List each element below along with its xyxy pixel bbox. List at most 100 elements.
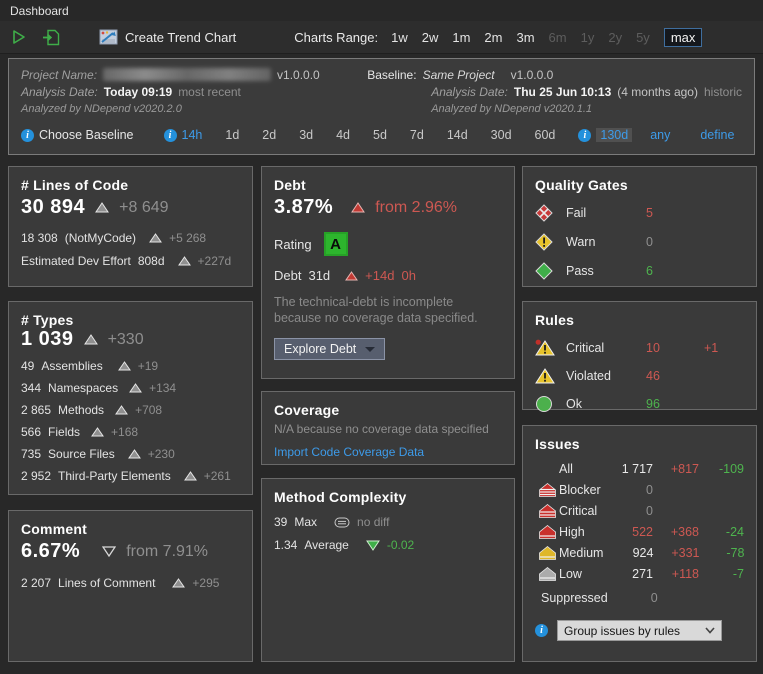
quality-gates-panel: Quality Gates Fail 5 Warn 0 Pass 6 <box>522 166 757 287</box>
types-diff: +330 <box>108 331 144 349</box>
issues-all-label: All <box>559 462 603 476</box>
issues-all-added: +817 <box>653 462 699 476</box>
run-analysis-button[interactable] <box>11 29 26 45</box>
blocker-severity-icon <box>539 483 556 497</box>
dev-effort-label: Estimated Dev Effort <box>21 254 131 268</box>
row-label: Fields <box>48 425 80 439</box>
range-option-6m[interactable]: 6m <box>549 30 567 45</box>
panel-title: # Lines of Code <box>21 177 240 193</box>
baseline-analysis-date-label: Analysis Date: <box>431 85 508 99</box>
export-report-icon <box>42 29 61 46</box>
baseline-option-3d[interactable]: 3d <box>299 128 313 142</box>
comment-lines-label: Lines of Comment <box>58 576 155 590</box>
debt-days-value: 31d <box>308 268 330 283</box>
baseline-analyzed-by: Analyzed by NDepend v2020.1.1 <box>431 103 592 115</box>
range-option-max-selected[interactable]: max <box>664 28 703 47</box>
up-triangle-icon <box>84 334 98 345</box>
row-label: Namespaces <box>48 381 118 395</box>
issues-medium-removed: -78 <box>699 546 744 560</box>
rating-badge: A <box>324 232 348 256</box>
project-name-redacted <box>103 68 271 81</box>
violated-rule-icon <box>535 367 555 384</box>
qg-fail-count: 5 <box>646 206 686 220</box>
info-icon[interactable] <box>164 129 177 142</box>
info-icon[interactable] <box>535 624 548 637</box>
notmycode-value: 18 308 <box>21 231 58 245</box>
baseline-option-7d[interactable]: 7d <box>410 128 424 142</box>
baseline-option-1d[interactable]: 1d <box>225 128 239 142</box>
baseline-option-5d[interactable]: 5d <box>373 128 387 142</box>
dev-effort-value: 808d <box>138 254 165 268</box>
medium-severity-icon <box>539 546 556 560</box>
rules-ok-label: Ok <box>566 397 646 411</box>
row-value: 2 952 <box>21 469 51 483</box>
baseline-option-130d-selected[interactable]: 130d <box>596 128 632 142</box>
qg-warn-label: Warn <box>566 235 646 249</box>
group-issues-dropdown[interactable]: Group issues by rules <box>557 620 722 641</box>
group-issues-dropdown-value: Group issues by rules <box>564 624 680 638</box>
choose-baseline-label: Choose Baseline <box>39 128 134 142</box>
range-option-1y[interactable]: 1y <box>581 30 595 45</box>
range-option-3m[interactable]: 3m <box>516 30 534 45</box>
create-trend-chart-button[interactable]: Create Trend Chart <box>99 29 236 45</box>
up-triangle-icon <box>118 361 131 371</box>
info-icon[interactable] <box>21 129 34 142</box>
qg-warn-count: 0 <box>646 235 686 249</box>
panel-title: Comment <box>21 521 240 537</box>
rules-ok-count: 96 <box>646 397 686 411</box>
range-option-2m[interactable]: 2m <box>484 30 502 45</box>
issues-blocker-label: Blocker <box>559 483 603 497</box>
rules-critical-diff: +1 <box>704 341 718 355</box>
up-triangle-icon <box>149 233 162 243</box>
issues-medium-count: 924 <box>603 546 653 560</box>
chevron-down-icon <box>705 627 715 634</box>
range-option-2y[interactable]: 2y <box>608 30 622 45</box>
panel-title: # Types <box>21 312 240 328</box>
import-coverage-link[interactable]: Import Code Coverage Data <box>274 445 502 459</box>
baseline-option-any[interactable]: any <box>650 128 670 142</box>
explore-debt-button[interactable]: Explore Debt <box>274 338 385 360</box>
panel-title: Issues <box>535 436 744 452</box>
play-icon <box>11 29 26 45</box>
avg-value: 1.34 <box>274 538 297 552</box>
row-label: Assemblies <box>41 359 102 373</box>
range-option-5y[interactable]: 5y <box>636 30 650 45</box>
tab-dashboard[interactable]: Dashboard <box>10 4 69 18</box>
baseline-option-4d[interactable]: 4d <box>336 128 350 142</box>
green-down-triangle-icon <box>366 540 380 551</box>
panel-title: Method Complexity <box>274 489 502 505</box>
baseline-version: v1.0.0.0 <box>511 68 554 82</box>
range-option-2w[interactable]: 2w <box>422 30 439 45</box>
debt-days-label: Debt <box>274 268 301 283</box>
debt-hours-diff: 0h <box>401 268 415 283</box>
row-label: Third-Party Elements <box>58 469 171 483</box>
row-diff: +708 <box>135 403 162 417</box>
export-report-button[interactable] <box>42 29 61 46</box>
analysis-date-value: Today 09:19 <box>104 85 172 99</box>
debt-from: from 2.96% <box>375 199 457 217</box>
baseline-option-14d[interactable]: 14d <box>447 128 468 142</box>
baseline-option-60d[interactable]: 60d <box>535 128 556 142</box>
row-diff: +261 <box>204 469 231 483</box>
issues-high-added: +368 <box>653 525 699 539</box>
qg-pass-count: 6 <box>646 264 686 278</box>
baseline-option-14h[interactable]: 14h <box>182 128 203 142</box>
baseline-option-2d[interactable]: 2d <box>262 128 276 142</box>
issues-low-label: Low <box>559 567 603 581</box>
row-value: 2 865 <box>21 403 51 417</box>
rules-panel: Rules Critical 10 +1 Violated 46 Ok 96 <box>522 301 757 410</box>
dev-effort-diff: +227d <box>198 254 232 268</box>
baseline-analysis-date-note: historic <box>704 85 742 99</box>
baseline-option-define[interactable]: define <box>700 128 734 142</box>
baseline-option-30d[interactable]: 30d <box>491 128 512 142</box>
range-option-1m[interactable]: 1m <box>452 30 470 45</box>
row-value: 735 <box>21 447 41 461</box>
row-diff: +168 <box>111 425 138 439</box>
fail-diamond-icon <box>535 204 553 222</box>
debt-value: 3.87% <box>274 196 333 219</box>
avg-diff: -0.02 <box>387 538 414 552</box>
issues-medium-added: +331 <box>653 546 699 560</box>
range-option-1w[interactable]: 1w <box>391 30 408 45</box>
info-icon[interactable] <box>578 129 591 142</box>
types-value: 1 039 <box>21 328 74 351</box>
